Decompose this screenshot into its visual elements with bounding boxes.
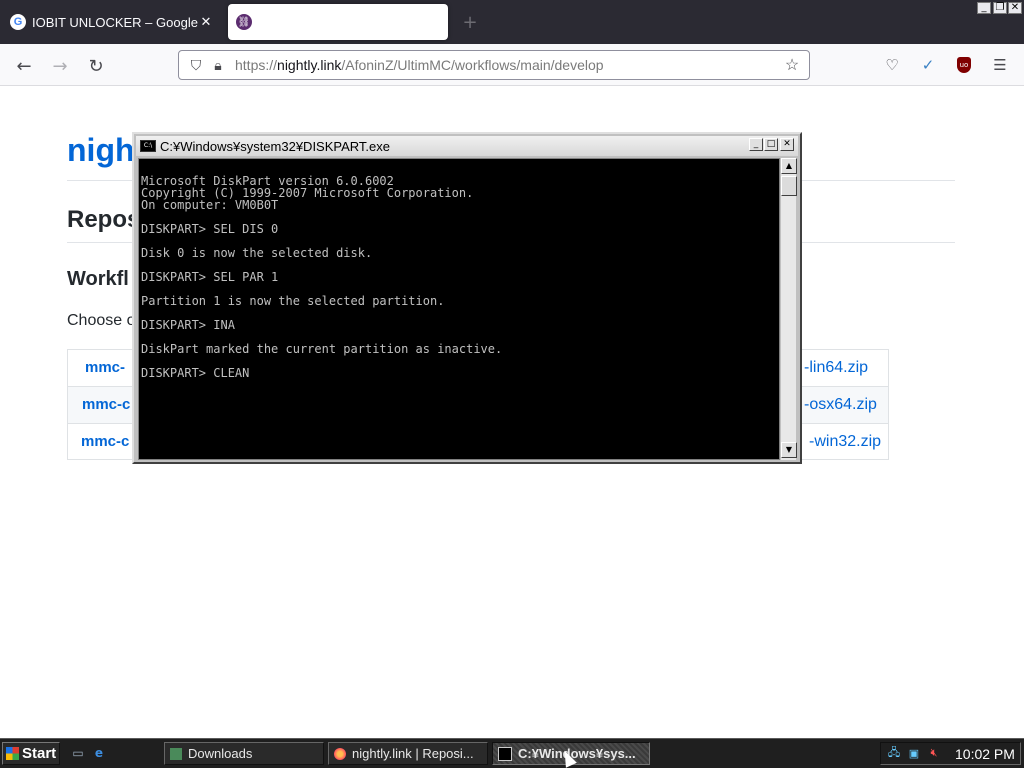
browser-tab-strip: G IOBIT UNLOCKER – Google S ✕ ⛓ + _ ❐ ✕ bbox=[0, 0, 1024, 44]
tab-nightly-link[interactable]: ⛓ bbox=[228, 4, 448, 40]
close-window-button[interactable]: ✕ bbox=[1008, 2, 1022, 14]
windows-flag-icon bbox=[6, 747, 19, 760]
lock-icon[interactable]: 🔒︎ bbox=[207, 57, 229, 74]
console-text: Microsoft DiskPart version 6.0.6002 Copy… bbox=[141, 174, 503, 380]
artifact-zip-link[interactable]: -osx64.zip bbox=[804, 396, 877, 414]
forward-arrow-icon[interactable]: → bbox=[46, 52, 74, 80]
task-label: nightly.link | Reposi... bbox=[352, 746, 474, 761]
network-icon[interactable]: 🖧 bbox=[887, 747, 901, 761]
diskpart-console-window[interactable]: C:\ C:¥Windows¥system32¥DISKPART.exe _ □… bbox=[132, 132, 802, 464]
instruction-text: Choose o bbox=[67, 312, 136, 329]
section-heading: Repos bbox=[67, 206, 141, 233]
task-firefox[interactable]: nightly.link | Reposi... bbox=[328, 742, 488, 765]
menu-hamburger-icon[interactable]: ☰ bbox=[989, 54, 1011, 76]
artifact-link[interactable]: mmc- bbox=[85, 359, 125, 376]
page-title[interactable]: nigh bbox=[67, 132, 135, 169]
firefox-icon bbox=[334, 747, 346, 760]
nightly-link-icon: ⛓ bbox=[236, 14, 252, 30]
downloads-check-icon[interactable]: ✓ bbox=[917, 54, 939, 76]
console-icon bbox=[498, 746, 512, 761]
console-title: C:¥Windows¥system32¥DISKPART.exe bbox=[160, 138, 391, 154]
start-button[interactable]: Start bbox=[2, 742, 60, 765]
task-label: Downloads bbox=[188, 746, 253, 761]
console-minimize-button[interactable]: _ bbox=[749, 138, 763, 151]
taskbar: Start ▭ e Downloads nightly.link | Repos… bbox=[0, 738, 1024, 768]
minimize-window-button[interactable]: _ bbox=[977, 2, 991, 14]
navigation-toolbar: ← → ↻ ⛉ 🔒︎ https://nightly.link/AfoninZ/… bbox=[0, 44, 1024, 86]
artifact-link[interactable]: mmc-c bbox=[82, 396, 130, 413]
task-downloads[interactable]: Downloads bbox=[164, 742, 324, 765]
internet-explorer-icon[interactable]: e bbox=[91, 745, 107, 761]
console-output[interactable]: Microsoft DiskPart version 6.0.6002 Copy… bbox=[138, 158, 780, 460]
folder-icon bbox=[170, 747, 182, 760]
tab-close-icon[interactable]: ✕ bbox=[198, 14, 214, 30]
back-arrow-icon[interactable]: ← bbox=[10, 52, 38, 80]
scroll-thumb[interactable] bbox=[781, 176, 797, 196]
console-scrollbar[interactable]: ▲ ▼ bbox=[780, 158, 797, 460]
console-icon[interactable]: C:\ bbox=[140, 140, 156, 152]
address-bar[interactable]: ⛉ 🔒︎ https://nightly.link/AfoninZ/UltimM… bbox=[178, 50, 810, 80]
workflow-heading: Workfl bbox=[67, 268, 129, 290]
clock[interactable]: 10:02 PM bbox=[955, 746, 1015, 762]
artifact-zip-link[interactable]: -lin64.zip bbox=[804, 359, 868, 377]
shield-icon[interactable]: ⛉ bbox=[185, 57, 207, 74]
show-desktop-icon[interactable]: ▭ bbox=[70, 745, 86, 761]
monitor-icon[interactable]: ▣ bbox=[907, 747, 921, 761]
pocket-icon[interactable]: ♡ bbox=[881, 54, 903, 76]
start-label: Start bbox=[22, 745, 57, 762]
scroll-up-arrow-icon[interactable]: ▲ bbox=[781, 158, 797, 174]
new-tab-button[interactable]: + bbox=[458, 10, 482, 34]
system-tray: 🖧 ▣ 🔇︎ 10:02 PM bbox=[880, 742, 1021, 765]
console-title-bar[interactable]: C:\ C:¥Windows¥system32¥DISKPART.exe bbox=[136, 136, 798, 156]
ublock-origin-icon[interactable]: uo bbox=[953, 54, 975, 76]
artifact-zip-link[interactable]: -win32.zip bbox=[809, 433, 881, 451]
console-maximize-button[interactable]: □ bbox=[764, 138, 778, 151]
url-text[interactable]: https://nightly.link/AfoninZ/UltimMC/wor… bbox=[235, 57, 781, 73]
bookmark-star-icon[interactable]: ☆ bbox=[781, 55, 803, 75]
console-close-button[interactable]: ✕ bbox=[780, 138, 794, 151]
reload-icon[interactable]: ↻ bbox=[82, 52, 110, 80]
scroll-down-arrow-icon[interactable]: ▼ bbox=[781, 442, 797, 458]
google-g-icon: G bbox=[10, 14, 26, 30]
tab-label: IOBIT UNLOCKER – Google S bbox=[32, 14, 198, 30]
volume-muted-icon[interactable]: 🔇︎ bbox=[927, 747, 941, 761]
artifact-link[interactable]: mmc-c bbox=[81, 433, 129, 450]
task-label: C:¥Windows¥sys... bbox=[518, 746, 636, 761]
tab-iobit-unlocker[interactable]: G IOBIT UNLOCKER – Google S ✕ bbox=[4, 4, 218, 40]
restore-window-button[interactable]: ❐ bbox=[993, 2, 1007, 14]
